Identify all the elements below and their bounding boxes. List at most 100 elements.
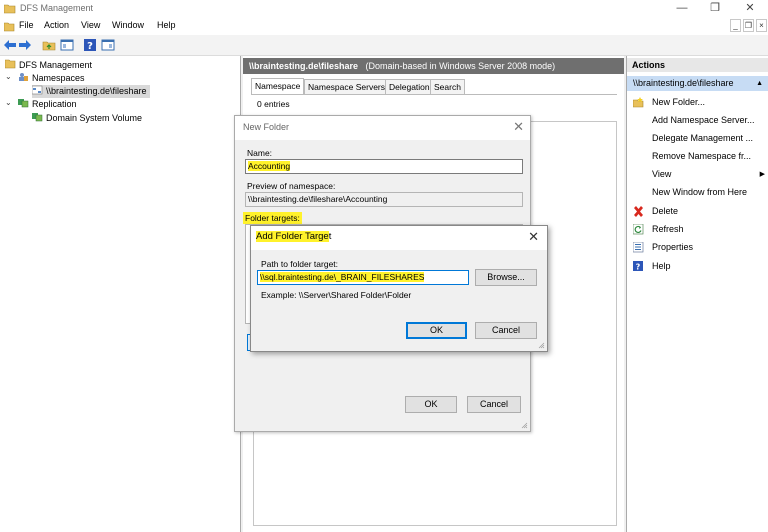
restore-button[interactable]: ❐ xyxy=(700,0,730,18)
add-folder-target-titlebar: Add Folder Target xyxy=(251,226,547,250)
menu-file[interactable]: File xyxy=(19,20,34,30)
name-input[interactable]: Accounting xyxy=(245,159,523,174)
back-icon[interactable] xyxy=(3,38,17,52)
forward-icon[interactable] xyxy=(18,38,32,52)
action-add-namespace-server-label: Add Namespace Server... xyxy=(652,115,755,125)
action-new-folder-label: New Folder... xyxy=(652,97,706,107)
add-folder-target-title-highlight: Add Folder Targe xyxy=(256,231,329,242)
new-folder-close-icon[interactable]: ✕ xyxy=(513,119,524,135)
actions-title: Actions xyxy=(627,58,768,72)
action-properties-label: Properties xyxy=(652,242,694,252)
console-tree: DFS Management ⌄ Namespaces \\braintesti… xyxy=(0,56,241,532)
tab-divider xyxy=(251,94,617,95)
path-label: Path to folder target: xyxy=(261,259,339,269)
domain-system-volume-label: Domain System Volume xyxy=(46,113,143,123)
tree-root-dfs-management[interactable]: DFS Management xyxy=(5,59,92,72)
action-add-namespace-server[interactable]: Add Namespace Server... xyxy=(627,112,768,129)
add-folder-target-title: Add Folder Target xyxy=(256,231,331,242)
mdi-minimize-button[interactable]: _ xyxy=(730,19,741,32)
preview-label: Preview of namespace: xyxy=(247,181,336,191)
replication-group-icon xyxy=(32,113,43,122)
tab-delegation[interactable]: Delegation xyxy=(385,79,434,94)
action-help[interactable]: ? Help xyxy=(627,258,768,275)
action-new-window-label: New Window from Here xyxy=(652,187,748,197)
namespaces-label: Namespaces xyxy=(32,73,85,83)
action-refresh[interactable]: Refresh xyxy=(627,221,768,238)
show-hide-console-tree-icon[interactable] xyxy=(60,38,74,52)
action-delete[interactable]: Delete xyxy=(627,203,768,220)
namespaces-expand-icon[interactable]: ⌄ xyxy=(5,72,12,81)
preview-field: \\braintesting.de\fileshare\Accounting xyxy=(245,192,523,207)
action-delegate-management[interactable]: Delegate Management ... xyxy=(627,130,768,147)
action-remove-namespace-label: Remove Namespace fr... xyxy=(652,151,752,161)
tree-item-namespace-fileshare[interactable]: \\braintesting.de\fileshare xyxy=(32,85,150,98)
path-input[interactable]: \\sql.braintesting.de\_BRAIN_FILESHARES xyxy=(257,270,469,285)
window-title: DFS Management xyxy=(20,3,94,13)
mdi-restore-button[interactable]: ❐ xyxy=(743,19,754,32)
namespace-label: \\braintesting.de\fileshare xyxy=(46,86,147,96)
action-properties[interactable]: Properties xyxy=(627,239,768,256)
namespace-icon xyxy=(32,85,43,95)
actions-pane: Actions \\braintesting.de\fileshare ▲ Ne… xyxy=(626,56,768,532)
actions-subheader[interactable]: \\braintesting.de\fileshare ▲ xyxy=(627,76,768,91)
up-folder-icon[interactable] xyxy=(42,38,56,52)
new-folder-cancel-button[interactable]: Cancel xyxy=(467,396,521,413)
results-header-path: \\braintesting.de\fileshare xyxy=(249,61,359,71)
action-new-window[interactable]: New Window from Here xyxy=(627,184,768,201)
new-folder-icon xyxy=(633,97,644,108)
name-input-value: Accounting xyxy=(248,161,291,171)
new-folder-ok-button[interactable]: OK xyxy=(405,396,457,413)
menu-action[interactable]: Action xyxy=(44,20,69,30)
action-view-label: View xyxy=(652,169,672,179)
tree-root-label: DFS Management xyxy=(19,60,93,70)
menu-help[interactable]: Help xyxy=(157,20,176,30)
resize-grip-icon[interactable] xyxy=(538,342,545,349)
actions-subheader-label: \\braintesting.de\fileshare xyxy=(633,78,734,88)
replication-expand-icon[interactable]: ⌄ xyxy=(5,98,12,107)
help-icon[interactable]: ? xyxy=(83,38,97,52)
action-help-label: Help xyxy=(652,261,671,271)
refresh-icon xyxy=(633,224,644,235)
tab-namespace-servers[interactable]: Namespace Servers xyxy=(304,79,390,94)
action-delegate-management-label: Delegate Management ... xyxy=(652,133,754,143)
collapse-icon[interactable]: ▲ xyxy=(756,76,763,91)
path-input-value: \\sql.braintesting.de\_BRAIN_FILESHARES xyxy=(260,272,425,282)
svg-text:?: ? xyxy=(87,41,93,52)
results-header: \\braintesting.de\fileshare (Domain-base… xyxy=(243,58,624,74)
action-refresh-label: Refresh xyxy=(652,224,684,234)
browse-button[interactable]: Browse... xyxy=(475,269,537,286)
mdi-close-button[interactable]: × xyxy=(756,19,767,32)
resize-grip-icon[interactable] xyxy=(521,422,528,429)
action-remove-namespace[interactable]: Remove Namespace fr... xyxy=(627,148,768,165)
add-target-ok-button[interactable]: OK xyxy=(406,322,467,339)
add-target-cancel-button[interactable]: Cancel xyxy=(475,322,537,339)
tree-item-domain-system-volume[interactable]: Domain System Volume xyxy=(32,112,142,125)
mmc-icon xyxy=(4,22,15,32)
folder-targets-label: Folder targets: xyxy=(243,212,302,224)
menu-window[interactable]: Window xyxy=(112,20,144,30)
tree-item-namespaces[interactable]: Namespaces xyxy=(18,72,85,85)
action-new-folder[interactable]: New Folder... xyxy=(627,94,768,111)
toolbar: ? xyxy=(0,35,768,56)
example-text: Example: \\Server\Shared Folder\Folder xyxy=(261,290,412,300)
add-folder-target-dialog: Add Folder Target ✕ Path to folder targe… xyxy=(250,225,548,352)
action-view[interactable]: View ▶ xyxy=(627,166,768,183)
close-button[interactable]: ✕ xyxy=(735,0,765,18)
entries-count: 0 entries xyxy=(257,99,290,109)
add-folder-target-title-rest: t xyxy=(328,231,332,242)
new-folder-dialog-title: New Folder xyxy=(235,116,530,140)
menu-view[interactable]: View xyxy=(81,20,100,30)
add-folder-target-close-icon[interactable]: ✕ xyxy=(528,229,539,245)
dfs-management-icon xyxy=(5,59,16,69)
properties-icon xyxy=(633,242,644,253)
results-header-mode: (Domain-based in Windows Server 2008 mod… xyxy=(365,61,556,71)
action-delete-label: Delete xyxy=(652,206,679,216)
delete-icon xyxy=(634,206,643,217)
replication-icon xyxy=(18,99,29,108)
tab-namespace[interactable]: Namespace xyxy=(251,78,305,95)
minimize-button[interactable]: — xyxy=(667,0,697,18)
tree-item-replication[interactable]: Replication xyxy=(18,98,77,111)
show-hide-action-pane-icon[interactable] xyxy=(101,38,115,52)
tab-search[interactable]: Search xyxy=(430,79,465,94)
name-label: Name: xyxy=(247,148,273,158)
